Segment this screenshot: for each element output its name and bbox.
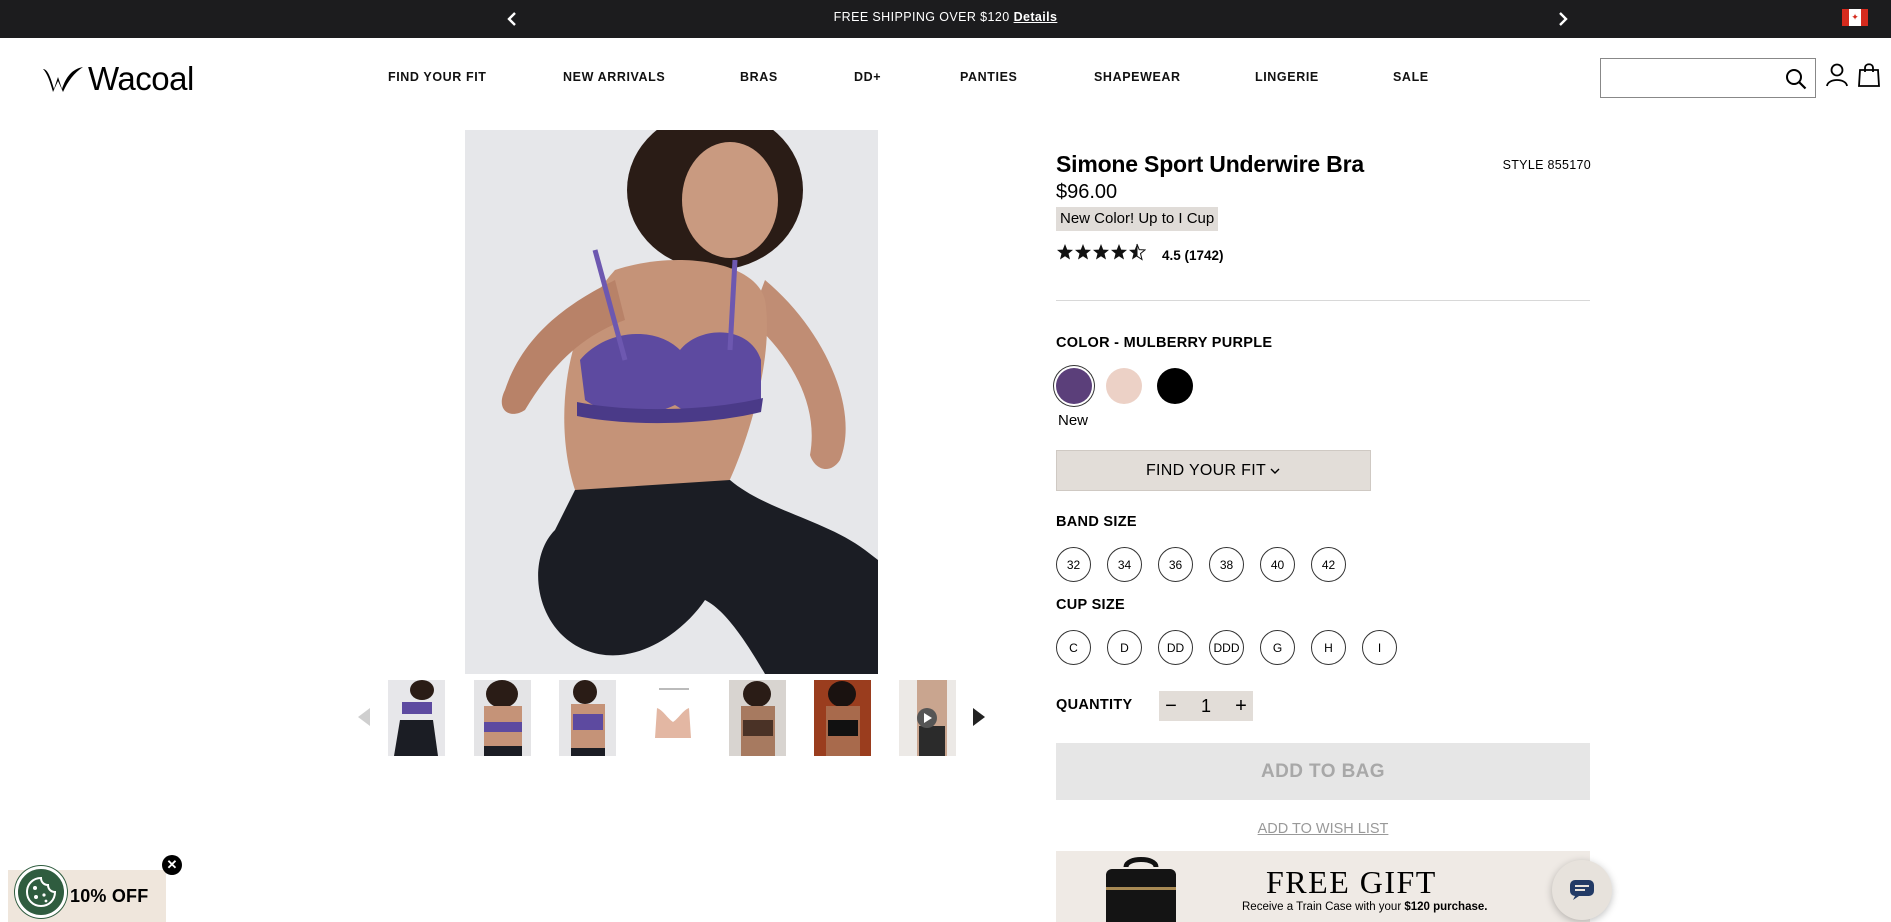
caret-right-icon [973,708,985,726]
main-product-image[interactable] [465,130,878,674]
logo-wordmark: Wacoal [88,60,194,97]
thumbnail-3[interactable] [559,680,616,756]
quantity-value[interactable]: 1 [1183,696,1229,717]
quantity-increase-button[interactable]: + [1229,695,1253,718]
chat-button[interactable] [1552,860,1612,920]
product-style-number: STYLE 855170 [1502,158,1591,172]
search-icon[interactable] [1785,68,1807,95]
free-gift-heading: FREE GIFT [1266,864,1437,900]
cookie-icon[interactable] [15,866,67,918]
promo-details-link[interactable]: Details [1014,10,1058,24]
nav-dd-plus[interactable]: DD+ [854,70,881,84]
search-box [1600,58,1816,98]
caret-left-icon [358,708,370,726]
quantity-label: QUANTITY [1056,697,1133,713]
add-to-bag-button[interactable]: ADD TO BAG [1056,743,1590,800]
cup-size-dd[interactable]: DD [1158,630,1193,665]
wacoal-logo[interactable]: Wacoal [42,62,194,95]
find-your-fit-label: FIND YOUR FIT [1145,461,1267,479]
free-gift-banner[interactable]: FREE GIFT Receive a Train Case with your… [1056,851,1590,922]
nav-panties[interactable]: PANTIES [960,70,1017,84]
product-title: Simone Sport Underwire Bra [1056,151,1364,177]
band-size-42[interactable]: 42 [1311,547,1346,582]
quantity-stepper: − 1 + [1159,691,1253,721]
rating-text: 4.5 (1742) [1162,247,1224,263]
add-to-wish-list-link[interactable]: ADD TO WISH LIST [1056,821,1590,837]
shopping-bag-icon[interactable] [1858,63,1880,92]
find-your-fit-button[interactable]: FIND YOUR FIT [1056,450,1371,491]
search-input[interactable] [1601,59,1771,97]
swatch-black[interactable] [1157,368,1193,404]
star-rating-icon [1056,243,1147,267]
band-size-38[interactable]: 38 [1209,547,1244,582]
cup-size-g[interactable]: G [1260,630,1295,665]
nav-lingerie[interactable]: LINGERIE [1255,70,1319,84]
band-size-label: BAND SIZE [1056,514,1137,530]
promo-message: FREE SHIPPING OVER $120 Details [0,10,1891,24]
swatch-mulberry-purple[interactable] [1056,368,1092,404]
nav-bras[interactable]: BRAS [740,70,778,84]
chevron-down-icon [1270,468,1280,474]
free-gift-subtext: Receive a Train Case with your $120 purc… [1242,901,1487,913]
free-gift-subtext-amount: $120 purchase. [1404,901,1488,913]
wacoal-logo-mark-icon [43,66,83,92]
discount-offer-text: 10% OFF [70,886,149,906]
quantity-decrease-button[interactable]: − [1159,695,1183,718]
chevron-right-icon[interactable] [1552,8,1574,30]
nav-find-your-fit[interactable]: FIND YOUR FIT [388,70,487,84]
canada-flag-icon[interactable]: ✦ [1842,9,1868,26]
band-size-40[interactable]: 40 [1260,547,1295,582]
cup-size-ddd[interactable]: DDD [1209,630,1244,665]
thumbnail-5[interactable] [729,680,786,756]
cup-size-label: CUP SIZE [1056,597,1126,613]
band-size-34[interactable]: 34 [1107,547,1142,582]
swatch-rose[interactable] [1106,368,1142,404]
cup-size-h[interactable]: H [1311,630,1346,665]
free-gift-subtext-prefix: Receive a Train Case with your [1242,901,1405,913]
promo-bar: FREE SHIPPING OVER $120 Details ✦ [0,0,1891,38]
promo-text: FREE SHIPPING OVER $120 [833,10,1010,24]
cup-size-i[interactable]: I [1362,630,1397,665]
gallery-next-button[interactable] [969,705,989,729]
thumbnail-6[interactable] [814,680,871,756]
thumbnail-1[interactable] [388,680,445,756]
cup-size-d[interactable]: D [1107,630,1142,665]
train-case-image [1106,857,1176,922]
color-label: COLOR - MULBERRY PURPLE [1056,335,1273,351]
thumbnail-2[interactable] [474,680,531,756]
account-icon[interactable] [1825,63,1849,92]
nav-sale[interactable]: SALE [1393,70,1429,84]
thumbnail-7-video[interactable] [899,680,956,756]
band-size-32[interactable]: 32 [1056,547,1091,582]
divider [1056,300,1590,301]
gallery-prev-button[interactable] [354,705,374,729]
product-rating[interactable]: 4.5 (1742) [1056,243,1224,267]
site-header: Wacoal FIND YOUR FIT NEW ARRIVALS BRAS D… [0,38,1891,118]
close-icon[interactable]: ✕ [162,855,182,875]
product-price: $96.00 [1056,181,1118,203]
nav-shapewear[interactable]: SHAPEWEAR [1094,70,1181,84]
thumbnail-4[interactable] [645,680,702,756]
new-color-tag: New [1058,412,1089,429]
promo-badge: New Color! Up to I Cup [1056,207,1219,231]
chat-icon [1570,880,1594,900]
band-size-36[interactable]: 36 [1158,547,1193,582]
nav-new-arrivals[interactable]: NEW ARRIVALS [563,70,665,84]
cup-size-c[interactable]: C [1056,630,1091,665]
